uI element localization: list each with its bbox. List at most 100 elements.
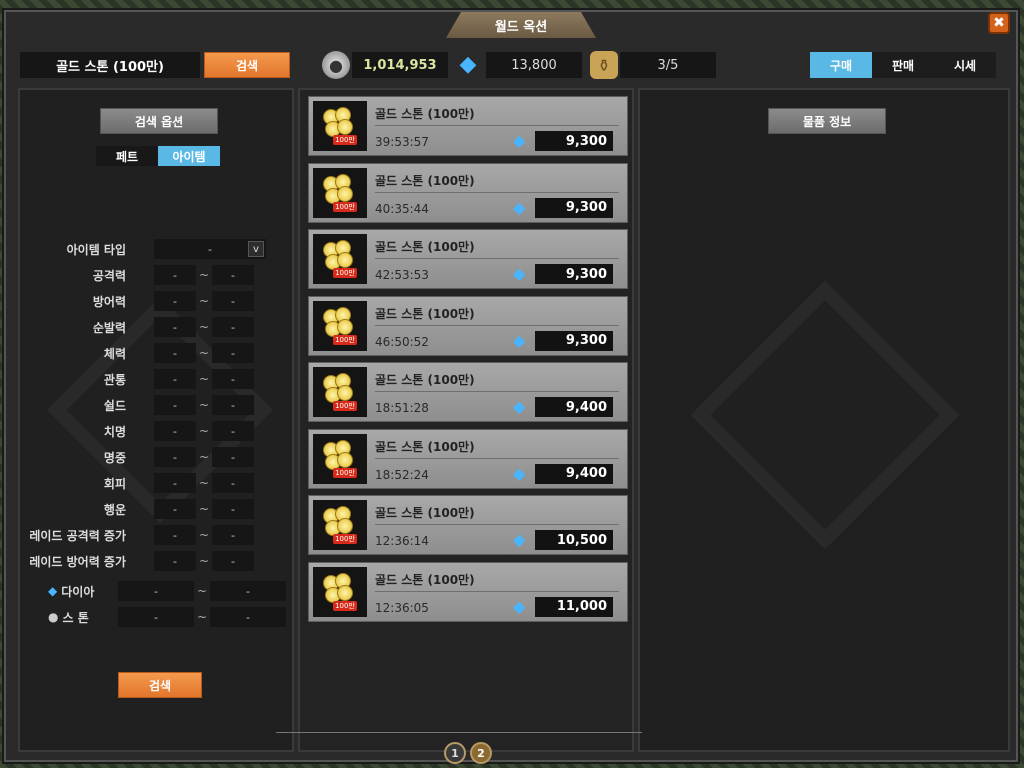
filter-min-input[interactable]: - (154, 317, 196, 337)
close-button[interactable]: ✖ (988, 12, 1010, 34)
stone-min-input[interactable]: - (118, 607, 194, 627)
filter-row: 레이드 공격력 증가 - ~ - (20, 524, 296, 546)
tab-sell[interactable]: 판매 (872, 52, 934, 78)
filter-max-input[interactable]: - (212, 551, 254, 571)
filter-min-input[interactable]: - (154, 447, 196, 467)
stone-label: ● 스 톤 (48, 609, 118, 626)
page-2-button[interactable]: 2 (470, 742, 492, 764)
listing-name: 골드 스톤 (100만) (375, 173, 475, 188)
top-search-button[interactable]: 검색 (204, 52, 290, 78)
diamond-max-input[interactable]: - (210, 581, 286, 601)
diamond-range-row: ◆ 다이아 - ~ - (48, 580, 286, 602)
listing-price: 9,300 (535, 197, 613, 218)
filter-min-input[interactable]: - (154, 421, 196, 441)
listing-item[interactable]: 100만 골드 스톤 (100만) 42:53:53 ◆ 9,300 (308, 229, 628, 289)
diamond-icon: ◆ (513, 264, 526, 283)
diamond-min-input[interactable]: - (118, 581, 194, 601)
auction-window: 월드 옥션 ✖ 골드 스톤 (100만) 검색 ● 1,014,953 ◆ 13… (4, 10, 1018, 764)
filter-row: 치명 - ~ - (20, 420, 296, 442)
toggle-pet[interactable]: 페트 (96, 146, 158, 166)
item-type-value: - (208, 242, 212, 256)
search-field[interactable]: 골드 스톤 (100만) (20, 52, 200, 78)
filter-row: 체력 - ~ - (20, 342, 296, 364)
listing-time-left: 12:36:05 (375, 600, 429, 615)
filter-row: 공격력 - ~ - (20, 264, 296, 286)
top-bar: 골드 스톤 (100만) 검색 ● 1,014,953 ◆ 13,800 ⚱ 3… (20, 50, 1010, 80)
range-tilde: ~ (198, 424, 210, 438)
gold-stone-icon: 100만 (313, 167, 367, 218)
filter-max-input[interactable]: - (212, 317, 254, 337)
filter-label: 순발력 (92, 320, 126, 335)
diamond-icon: ◆ (459, 51, 477, 77)
item-type-row: 아이템 타입 - v (20, 238, 296, 260)
filter-min-input[interactable]: - (154, 265, 196, 285)
filter-row: 쉴드 - ~ - (20, 394, 296, 416)
gold-stone-icon: 100만 (313, 300, 367, 351)
filter-row: 회피 - ~ - (20, 472, 296, 494)
search-button[interactable]: 검색 (118, 672, 202, 698)
filter-min-input[interactable]: - (154, 343, 196, 363)
tab-market-price[interactable]: 시세 (934, 52, 996, 78)
diamond-icon: ◆ (48, 584, 58, 598)
diamond-icon: ◆ (513, 530, 526, 549)
filter-label: 체력 (103, 346, 126, 361)
range-tilde: ~ (196, 610, 208, 624)
filter-label: 공격력 (92, 268, 126, 283)
listing-item[interactable]: 100만 골드 스톤 (100만) 12:36:14 ◆ 10,500 (308, 495, 628, 555)
filter-min-input[interactable]: - (154, 499, 196, 519)
filter-max-input[interactable]: - (212, 395, 254, 415)
listing-divider (375, 457, 619, 459)
panel-watermark (690, 280, 960, 550)
stone-max-input[interactable]: - (210, 607, 286, 627)
filter-row: 관통 - ~ - (20, 368, 296, 390)
listing-item[interactable]: 100만 골드 스톤 (100만) 12:36:05 ◆ 11,000 (308, 561, 628, 622)
diamond-icon: ◆ (513, 596, 526, 616)
filter-label: 레이드 공격력 증가 (29, 528, 126, 543)
filter-min-input[interactable]: - (154, 291, 196, 311)
filter-min-input[interactable]: - (154, 395, 196, 415)
filter-max-input[interactable]: - (212, 265, 254, 285)
listing-name: 골드 스톤 (100만) (375, 506, 475, 520)
filter-max-input[interactable]: - (212, 369, 254, 389)
range-tilde: ~ (198, 554, 210, 568)
filter-label: 행운 (103, 502, 126, 517)
listing-item[interactable]: 100만 골드 스톤 (100만) 18:52:24 ◆ 9,400 (308, 428, 628, 489)
filter-min-input[interactable]: - (154, 525, 196, 545)
filter-label: 회피 (103, 476, 126, 491)
listing-divider (375, 324, 619, 326)
chevron-down-icon[interactable]: v (248, 241, 264, 257)
filter-max-input[interactable]: - (212, 473, 254, 493)
listing-item[interactable]: 100만 골드 스톤 (100만) 40:35:44 ◆ 9,300 (308, 162, 628, 223)
listing-time-left: 18:52:24 (375, 467, 429, 482)
range-tilde: ~ (196, 584, 208, 598)
gem-amount: 13,800 (486, 52, 582, 78)
filter-max-input[interactable]: - (212, 421, 254, 441)
filter-max-input[interactable]: - (212, 525, 254, 545)
toggle-item[interactable]: 아이템 (158, 146, 220, 166)
range-tilde: ~ (198, 320, 210, 334)
listing-item[interactable]: 100만 골드 스톤 (100만) 18:51:28 ◆ 9,400 (308, 362, 628, 422)
range-tilde: ~ (198, 502, 210, 516)
filter-max-input[interactable]: - (212, 343, 254, 363)
page-1-button[interactable]: 1 (444, 742, 466, 764)
listing-item[interactable]: 100만 골드 스톤 (100만) 39:53:57 ◆ 9,300 (308, 96, 628, 156)
coin-tag: 100만 (333, 401, 357, 411)
item-info-panel: 물품 정보 (638, 88, 1010, 752)
tab-buy[interactable]: 구매 (810, 52, 872, 78)
item-type-select[interactable]: - v (154, 239, 266, 259)
range-tilde: ~ (198, 294, 210, 308)
stone-icon: ● (48, 610, 59, 624)
filter-min-input[interactable]: - (154, 473, 196, 493)
listing-item[interactable]: 100만 골드 스톤 (100만) 46:50:52 ◆ 9,300 (308, 295, 628, 356)
item-type-label: 아이템 타입 (66, 242, 126, 257)
filter-max-input[interactable]: - (212, 291, 254, 311)
search-options-panel: 검색 옵션 페트 아이템 아이템 타입 - v 공격력 - ~ - 방어력 - ~ - 순발력 -… (18, 88, 294, 752)
listing-time-left: 12:36:14 (375, 534, 429, 548)
listing-price: 9,300 (535, 264, 613, 284)
coin-tag: 100만 (333, 534, 357, 544)
filter-max-input[interactable]: - (212, 447, 254, 467)
filter-row: 행운 - ~ - (20, 498, 296, 520)
filter-min-input[interactable]: - (154, 551, 196, 571)
filter-min-input[interactable]: - (154, 369, 196, 389)
filter-max-input[interactable]: - (212, 499, 254, 519)
